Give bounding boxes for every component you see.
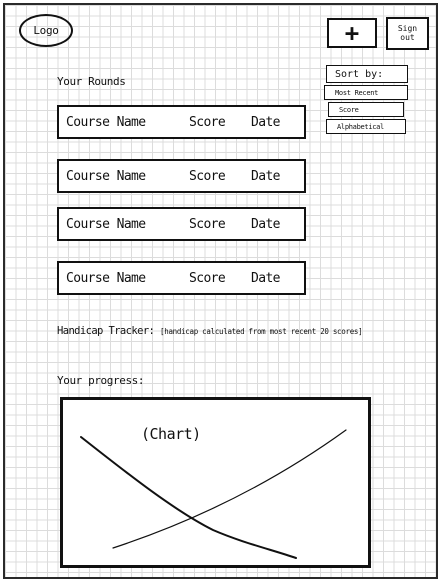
round-course-name: Course Name [66, 114, 146, 130]
sort-dropdown[interactable]: Sort by: Most Recent Score Alphabetical [324, 65, 408, 134]
sign-out-label: Sign out [397, 23, 418, 42]
round-date: Date [251, 216, 281, 232]
progress-heading: Your progress: [57, 374, 145, 387]
add-round-button[interactable]: + [327, 18, 377, 48]
sort-option-alphabetical[interactable]: Alphabetical [326, 119, 406, 134]
handicap-tracker: Handicap Tracker: [handicap calculated f… [57, 325, 363, 337]
wireframe-sheet: Logo + Sign out Your Rounds Sort by: Mos… [3, 3, 438, 579]
round-score: Score [189, 270, 226, 286]
rounds-heading: Your Rounds [57, 75, 126, 88]
round-course-name: Course Name [66, 270, 146, 286]
round-date: Date [251, 168, 281, 184]
logo-text: Logo [33, 24, 59, 37]
round-date: Date [251, 270, 281, 286]
round-course-name: Course Name [66, 168, 146, 184]
round-date: Date [251, 114, 281, 130]
plus-icon: + [344, 19, 360, 47]
round-row[interactable]: Course Name Score Date [57, 261, 306, 295]
round-row[interactable]: Course Name Score Date [57, 105, 306, 139]
handicap-label: Handicap Tracker: [57, 325, 155, 337]
sort-option-most-recent[interactable]: Most Recent [324, 85, 408, 100]
round-course-name: Course Name [66, 216, 146, 232]
sort-option-score[interactable]: Score [328, 102, 404, 117]
chart-placeholder-cross [80, 429, 347, 559]
sign-out-button[interactable]: Sign out [386, 17, 429, 50]
logo[interactable]: Logo [19, 14, 73, 47]
progress-chart-placeholder: (Chart) [60, 397, 371, 568]
round-score: Score [189, 114, 226, 130]
handicap-note: [handicap calculated from most recent 20… [160, 327, 363, 336]
round-score: Score [189, 216, 226, 232]
cross-line-1 [80, 436, 297, 559]
chart-placeholder-label: (Chart) [141, 425, 201, 443]
round-row[interactable]: Course Name Score Date [57, 207, 306, 241]
round-score: Score [189, 168, 226, 184]
round-row[interactable]: Course Name Score Date [57, 159, 306, 193]
sort-heading: Sort by: [326, 65, 408, 83]
